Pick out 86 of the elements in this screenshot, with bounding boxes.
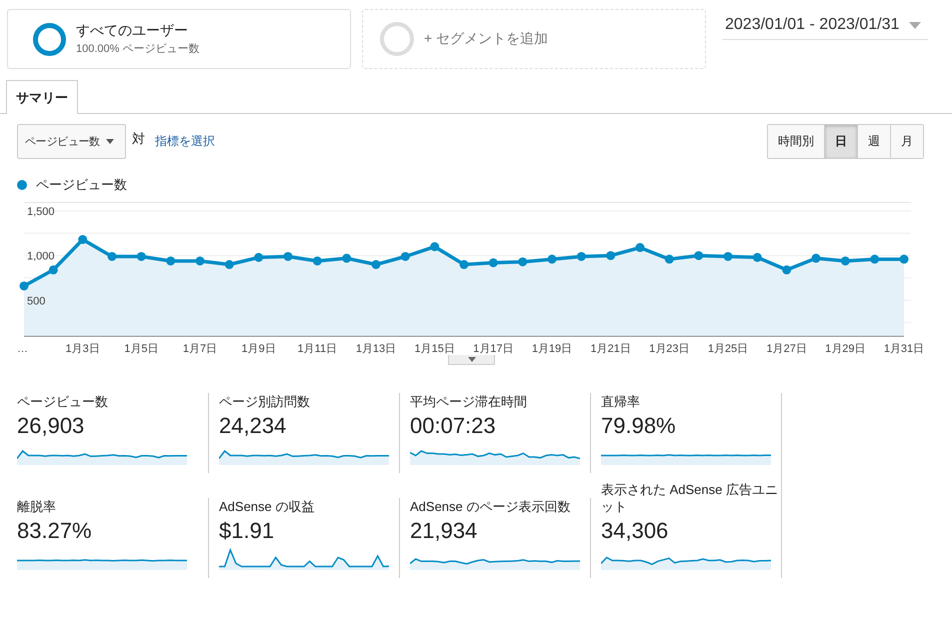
data-point	[196, 256, 204, 266]
data-point	[108, 252, 116, 261]
data-point	[78, 235, 88, 244]
metric-label: AdSense の収益	[219, 498, 316, 515]
metric-label: 離脱率	[17, 498, 57, 515]
x-tick-label: 1月29日	[825, 343, 866, 355]
metric-value: 79.98%	[601, 413, 677, 439]
expand-toggle[interactable]	[448, 355, 495, 365]
data-point	[460, 260, 468, 270]
data-point	[606, 251, 616, 260]
data-point	[284, 252, 292, 261]
metric-label: ページビュー数	[17, 393, 109, 410]
metric-dropdown[interactable]: ページビュー数	[17, 124, 126, 159]
data-point	[782, 265, 792, 274]
metric-value: $1.91	[219, 518, 276, 544]
y-tick-label: 500	[27, 295, 46, 308]
date-range-picker[interactable]: 2023/01/01 - 2023/01/31	[722, 11, 928, 40]
data-point	[400, 252, 410, 261]
granularity-button[interactable]: 月	[890, 125, 923, 158]
data-point	[576, 252, 586, 261]
data-point	[664, 254, 674, 264]
x-tick-label: 1月23日	[649, 343, 690, 355]
data-point	[636, 243, 644, 252]
data-point	[372, 260, 380, 270]
caret-icon	[106, 139, 114, 144]
tab[interactable]: サマリー	[6, 80, 78, 114]
x-tick-label: …	[17, 343, 28, 355]
x-tick-label: 1月15日	[414, 343, 455, 355]
metric-label: ページ別訪問数	[219, 393, 311, 410]
data-point	[840, 256, 850, 266]
metric-value: 21,934	[410, 518, 478, 544]
metric-value: 34,306	[601, 518, 670, 544]
metric-value: 83.27%	[17, 518, 93, 544]
data-point	[724, 252, 732, 261]
segment-name: すべてのユーザー	[76, 22, 189, 40]
data-point	[518, 257, 528, 266]
x-tick-label: 1月5日	[124, 343, 158, 355]
data-point	[548, 254, 556, 264]
metric-label: 直帰率	[601, 393, 641, 410]
circle-icon	[380, 22, 414, 56]
x-tick-label: 1月21日	[590, 343, 631, 355]
ring-icon	[33, 22, 66, 56]
data-point	[812, 254, 820, 263]
x-tick-label: 1月13日	[356, 343, 396, 355]
x-tick-label: 1月9日	[242, 343, 276, 355]
versus-label: 対	[132, 130, 145, 148]
granularity-button[interactable]: 時間別	[768, 125, 824, 158]
data-point	[752, 252, 762, 262]
y-tick-label: 1,000	[27, 250, 55, 263]
x-tick-label: 1月25日	[708, 343, 748, 355]
segment-detail: 100.00% ページビュー数	[76, 42, 200, 56]
segment-card[interactable]: すべてのユーザー 100.00% ページビュー数	[7, 9, 351, 69]
add-segment-button[interactable]: + セグメントを追加	[362, 9, 706, 69]
data-point	[254, 252, 264, 262]
x-tick-label: 1月7日	[182, 343, 218, 355]
x-tick-label: 1月3日	[66, 343, 100, 355]
data-point	[136, 252, 146, 261]
x-tick-label: 1月19日	[532, 343, 572, 355]
data-point	[166, 256, 176, 266]
select-metric-link[interactable]: 指標を選択	[155, 133, 215, 150]
x-tick-label: 1月17日	[473, 343, 514, 355]
data-point	[488, 258, 498, 268]
granularity-button[interactable]: 日	[824, 125, 857, 158]
y-tick-label: 1,500	[27, 206, 55, 218]
data-point	[430, 242, 440, 252]
granularity-button[interactable]: 週	[857, 125, 890, 158]
metric-label: 平均ページ滞在時間	[410, 393, 528, 410]
x-tick-label: 1月27日	[766, 343, 807, 355]
data-point	[312, 256, 322, 266]
metric-value: 00:07:23	[410, 413, 497, 439]
x-tick-label: 1月31日	[884, 343, 924, 355]
data-point	[342, 254, 352, 263]
metric-label: AdSense のページ表示回数	[410, 498, 572, 515]
data-point	[870, 254, 880, 264]
metric-label: 表示された AdSense 広告ユニット	[601, 481, 779, 515]
data-point	[20, 281, 28, 290]
metric-value: 24,234	[219, 413, 288, 439]
data-point	[48, 265, 58, 274]
caret-icon	[468, 357, 476, 362]
data-point	[900, 254, 908, 264]
legend-label: ページビュー数	[36, 176, 127, 194]
data-point	[694, 251, 704, 260]
data-point	[224, 260, 234, 270]
x-tick-label: 1月11日	[298, 343, 338, 355]
caret-icon	[909, 22, 922, 28]
metric-value: 26,903	[17, 413, 86, 439]
